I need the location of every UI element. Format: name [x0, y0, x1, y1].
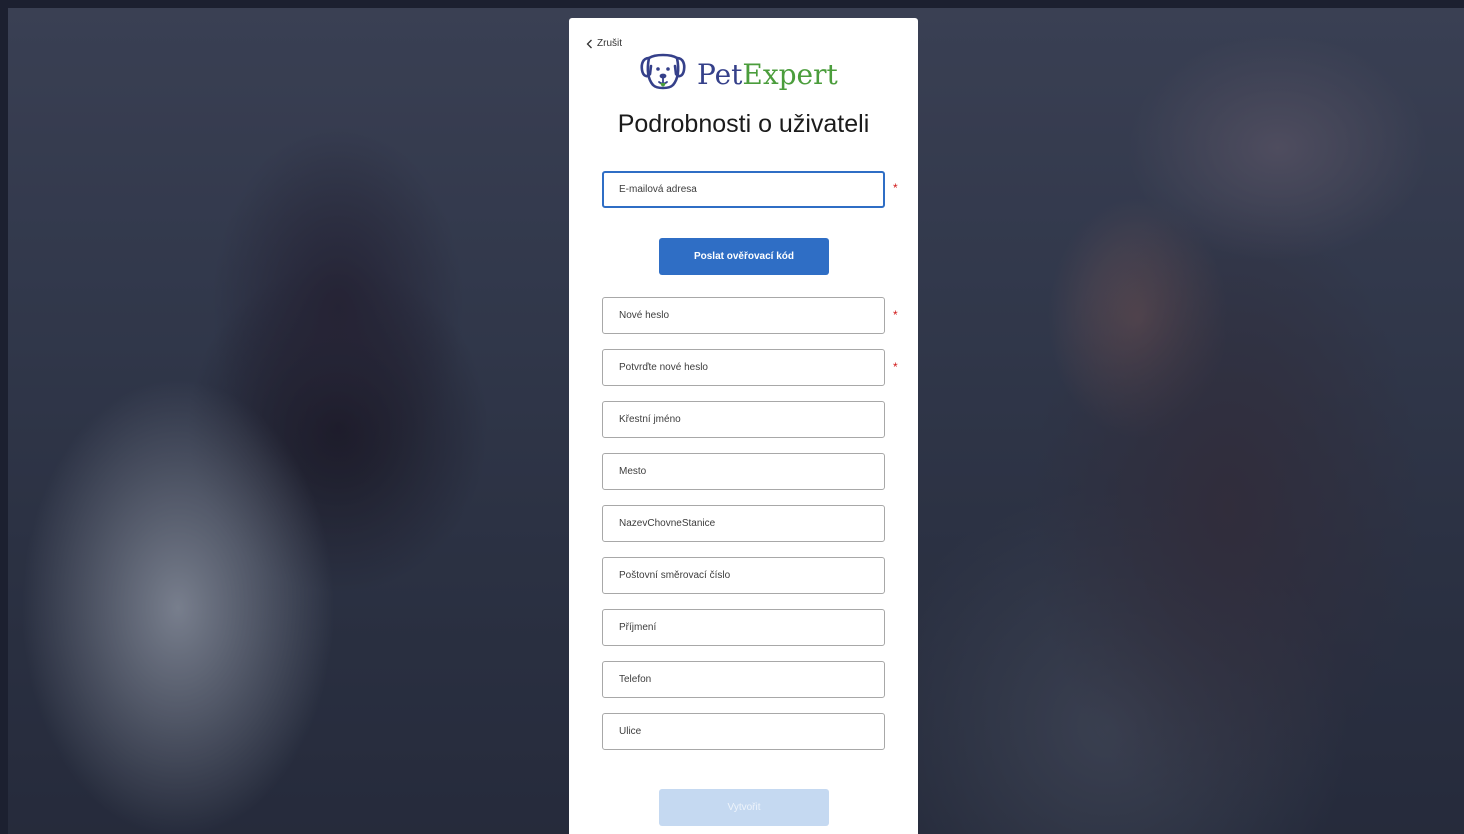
send-verification-code-button[interactable]: Poslat ověřovací kód	[659, 238, 829, 275]
logo-expert-text: Expert	[742, 58, 838, 91]
signup-panel: Zrušit PetExpert Podrobnosti o uživateli…	[569, 18, 918, 834]
new-password-field[interactable]	[602, 297, 885, 334]
confirm-password-field[interactable]	[602, 349, 885, 386]
phone-field[interactable]	[602, 661, 885, 698]
email-field[interactable]	[602, 171, 885, 208]
postal-code-field[interactable]	[602, 557, 885, 594]
create-button[interactable]: Vytvořit	[659, 789, 829, 826]
first-name-field[interactable]	[602, 401, 885, 438]
city-field[interactable]	[602, 453, 885, 490]
kennel-name-field[interactable]	[602, 505, 885, 542]
surname-field[interactable]	[602, 609, 885, 646]
email-required-marker: *	[893, 181, 898, 195]
page: Zrušit PetExpert Podrobnosti o uživateli…	[0, 0, 1464, 834]
page-title: Podrobnosti o uživateli	[617, 110, 870, 138]
cancel-link-label: Zrušit	[597, 38, 622, 49]
street-field[interactable]	[602, 713, 885, 750]
petexpert-logo: PetExpert	[639, 52, 838, 97]
confirm-password-required-marker: *	[893, 360, 898, 374]
logo-wordmark: PetExpert	[697, 58, 838, 91]
new-password-required-marker: *	[893, 308, 898, 322]
cancel-link[interactable]: Zrušit	[586, 38, 622, 49]
dog-face-icon	[639, 52, 687, 97]
logo-pet-text: Pet	[697, 58, 743, 91]
chevron-left-icon	[586, 39, 593, 49]
